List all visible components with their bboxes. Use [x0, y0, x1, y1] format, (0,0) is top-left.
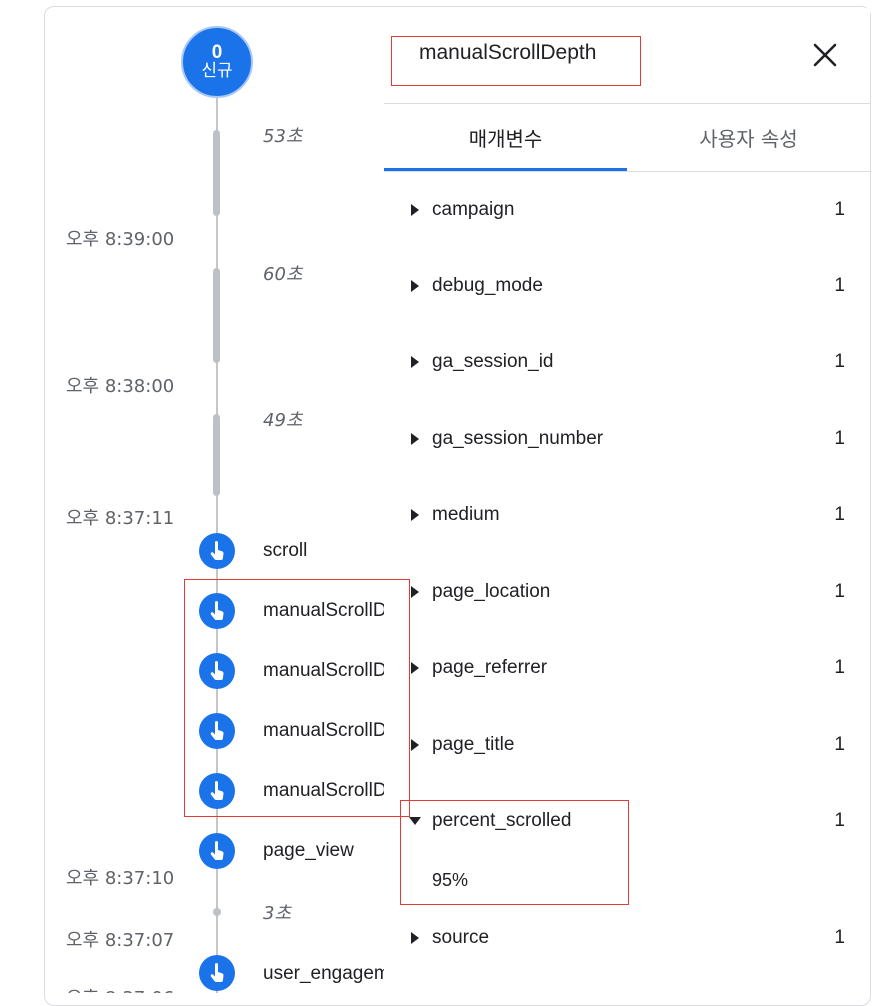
- new-user-badge[interactable]: 0 신규: [181, 26, 253, 98]
- touch-icon[interactable]: [199, 773, 235, 809]
- touch-icon[interactable]: [199, 593, 235, 629]
- param-row[interactable]: campaign 1: [384, 196, 870, 226]
- timestamp-label: 오후 8:39:00: [66, 229, 175, 250]
- expand-arrow-icon: [411, 280, 419, 292]
- param-count: 1: [834, 657, 845, 678]
- timestamp-label: 오후 8:37:11: [66, 508, 175, 529]
- new-user-count: 0: [211, 42, 223, 64]
- touch-icon[interactable]: [199, 833, 235, 869]
- param-name: campaign: [432, 199, 515, 220]
- gap-bar: [213, 414, 220, 496]
- tab-user-properties[interactable]: 사용자 속성: [627, 104, 870, 170]
- param-count: 1: [834, 810, 845, 831]
- param-count: 1: [834, 734, 845, 755]
- tab-parameters[interactable]: 매개변수: [384, 104, 627, 170]
- gap-duration-label: 60초: [263, 264, 303, 285]
- touch-icon[interactable]: [199, 955, 235, 991]
- param-count: 1: [834, 275, 845, 296]
- param-count: 1: [834, 581, 845, 602]
- event-item-label[interactable]: page_view: [263, 840, 354, 862]
- param-row[interactable]: ga_session_id 1: [384, 348, 870, 378]
- event-item-label[interactable]: manualScrollDepth: [263, 720, 384, 742]
- param-name: page_location: [432, 581, 551, 602]
- expand-arrow-icon: [411, 662, 419, 674]
- param-value: 95%: [432, 870, 469, 890]
- timestamp-label: 오후 8:37:10: [66, 868, 175, 889]
- param-count: 1: [834, 428, 845, 449]
- touch-icon[interactable]: [199, 653, 235, 689]
- param-count: 1: [834, 504, 845, 525]
- param-row[interactable]: page_title 1: [384, 731, 870, 761]
- gap-bar: [213, 130, 220, 216]
- expand-arrow-icon: [411, 356, 419, 368]
- timestamp-label: 오후 8:37:06: [66, 984, 174, 993]
- expand-arrow-icon: [411, 739, 419, 751]
- expand-arrow-icon: [411, 932, 419, 944]
- panel-title: manualScrollDepth: [419, 41, 597, 64]
- close-button[interactable]: [810, 40, 840, 70]
- expand-arrow-icon: [411, 586, 419, 598]
- event-item-label[interactable]: user_engagement: [263, 963, 384, 985]
- param-row[interactable]: debug_mode 1: [384, 272, 870, 302]
- param-row-expanded[interactable]: percent_scrolled 1: [384, 807, 870, 837]
- expand-arrow-icon: [411, 433, 419, 445]
- param-row[interactable]: page_location 1: [384, 578, 870, 608]
- param-name: page_referrer: [432, 657, 548, 678]
- param-count: 1: [834, 351, 845, 372]
- event-timeline: 0 신규 53초 60초 49초 3초 오후 8:39:00 오후 8:38:0…: [0, 0, 384, 993]
- tabs-divider: [384, 171, 870, 172]
- tab-label: 매개변수: [468, 126, 543, 151]
- param-name: page_title: [432, 734, 515, 755]
- gap-duration-label: 3초: [263, 903, 292, 924]
- gap-bar: [213, 268, 220, 363]
- event-item-label[interactable]: manualScrollDepth: [263, 780, 384, 802]
- tab-label: 사용자 속성: [699, 126, 798, 151]
- gap-duration-label: 53초: [263, 126, 303, 147]
- param-row[interactable]: medium 1: [384, 501, 870, 531]
- event-item-label[interactable]: manualScrollDepth: [263, 600, 384, 622]
- param-count: 1: [834, 199, 845, 220]
- touch-icon[interactable]: [199, 713, 235, 749]
- param-row[interactable]: ga_session_number 1: [384, 425, 870, 455]
- param-name: debug_mode: [432, 275, 543, 296]
- param-name: percent_scrolled: [432, 810, 572, 831]
- param-row[interactable]: source 1: [384, 924, 870, 954]
- param-row[interactable]: page_referrer 1: [384, 654, 870, 684]
- event-detail-panel: manualScrollDepth 매개변수 사용자 속성 campaign 1…: [384, 8, 870, 993]
- collapse-arrow-icon: [409, 817, 421, 825]
- event-item-label[interactable]: scroll: [263, 540, 307, 562]
- new-user-label: 신규: [201, 61, 233, 82]
- param-name: ga_session_number: [432, 428, 604, 449]
- param-name: medium: [432, 504, 500, 525]
- expand-arrow-icon: [411, 509, 419, 521]
- timestamp-label: 오후 8:38:00: [66, 376, 175, 397]
- timestamp-label: 오후 8:37:07: [66, 930, 175, 951]
- param-name: source: [432, 927, 490, 948]
- close-icon: [813, 43, 837, 67]
- param-name: ga_session_id: [432, 351, 554, 372]
- gap-duration-label: 49초: [263, 410, 303, 431]
- expand-arrow-icon: [411, 204, 419, 216]
- event-item-label[interactable]: manualScrollDepth: [263, 660, 384, 682]
- touch-icon[interactable]: [199, 533, 235, 569]
- gap-dot: [213, 908, 221, 916]
- param-count: 1: [834, 927, 845, 948]
